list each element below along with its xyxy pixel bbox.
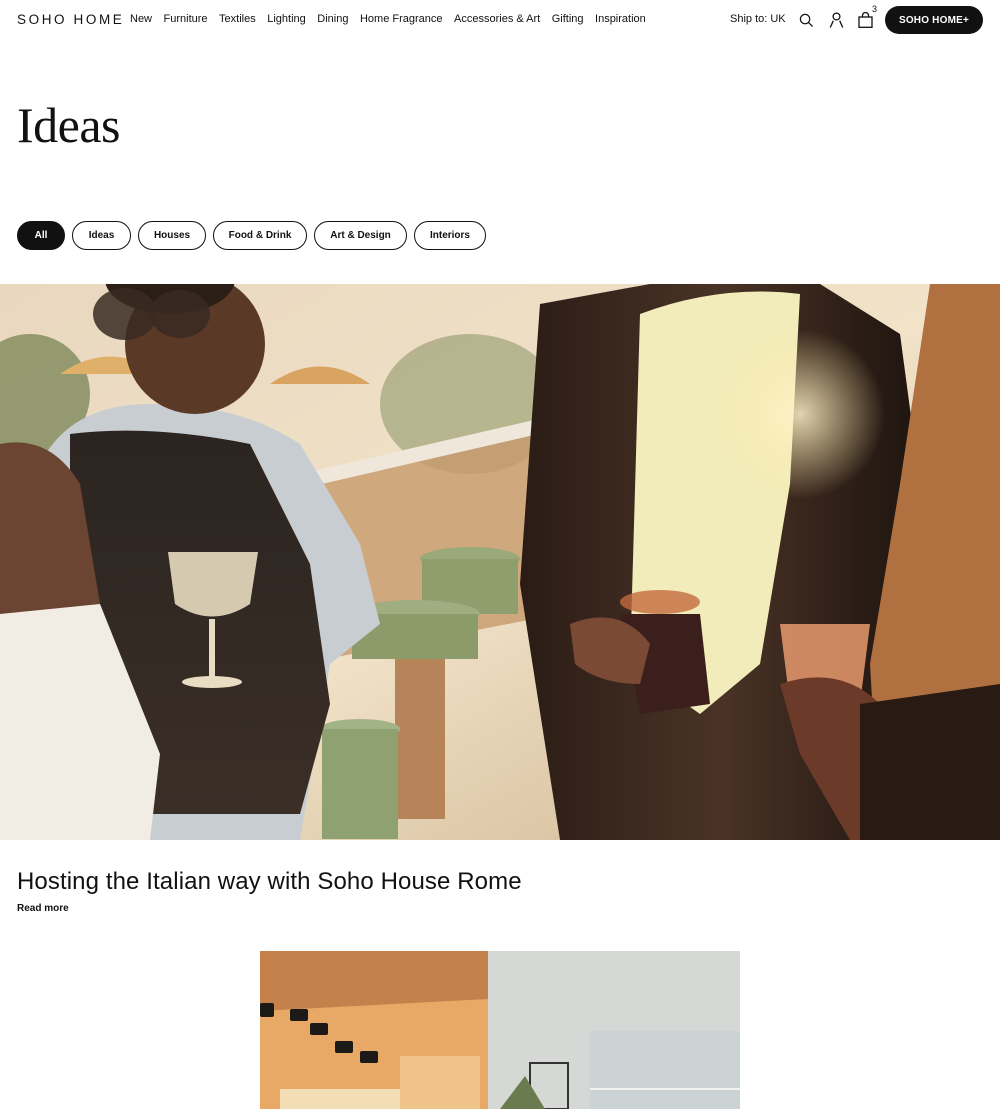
bag-count-badge: 3	[872, 4, 878, 14]
filter-art-design[interactable]: Art & Design	[314, 221, 407, 250]
category-filters: All Ideas Houses Food & Drink Art & Desi…	[17, 221, 493, 250]
nav-item-inspiration[interactable]: Inspiration	[595, 13, 646, 25]
nav-item-lighting[interactable]: Lighting	[267, 13, 306, 25]
nav-item-dining[interactable]: Dining	[317, 13, 348, 25]
filter-food-drink[interactable]: Food & Drink	[213, 221, 307, 250]
filter-ideas[interactable]: Ideas	[72, 221, 131, 250]
filter-all[interactable]: All	[17, 221, 65, 250]
nav-item-textiles[interactable]: Textiles	[219, 13, 256, 25]
nav-item-new[interactable]: New	[130, 13, 152, 25]
article-image[interactable]	[260, 951, 740, 1109]
search-icon[interactable]	[797, 11, 815, 29]
user-icon[interactable]	[827, 11, 845, 29]
nav-item-gifting[interactable]: Gifting	[552, 13, 584, 25]
nav-item-furniture[interactable]: Furniture	[164, 13, 208, 25]
read-more-link[interactable]: Read more	[17, 903, 69, 914]
nav-item-accessories-art[interactable]: Accessories & Art	[454, 13, 540, 25]
site-header: SOHO HOME New Furniture Textiles Lightin…	[0, 0, 1000, 40]
featured-article-image[interactable]	[0, 284, 1000, 840]
soho-home-plus-button[interactable]: SOHO HOME+	[885, 6, 983, 34]
soho-home-logo[interactable]: SOHO HOME	[17, 12, 124, 27]
ship-to-selector[interactable]: Ship to: UK	[730, 13, 786, 25]
nav-item-home-fragrance[interactable]: Home Fragrance	[360, 13, 443, 25]
featured-article-title[interactable]: Hosting the Italian way with Soho House …	[17, 868, 522, 896]
filter-interiors[interactable]: Interiors	[414, 221, 486, 250]
main-nav: New Furniture Textiles Lighting Dining H…	[130, 13, 657, 25]
page-title: Ideas	[17, 97, 121, 153]
filter-houses[interactable]: Houses	[138, 221, 206, 250]
